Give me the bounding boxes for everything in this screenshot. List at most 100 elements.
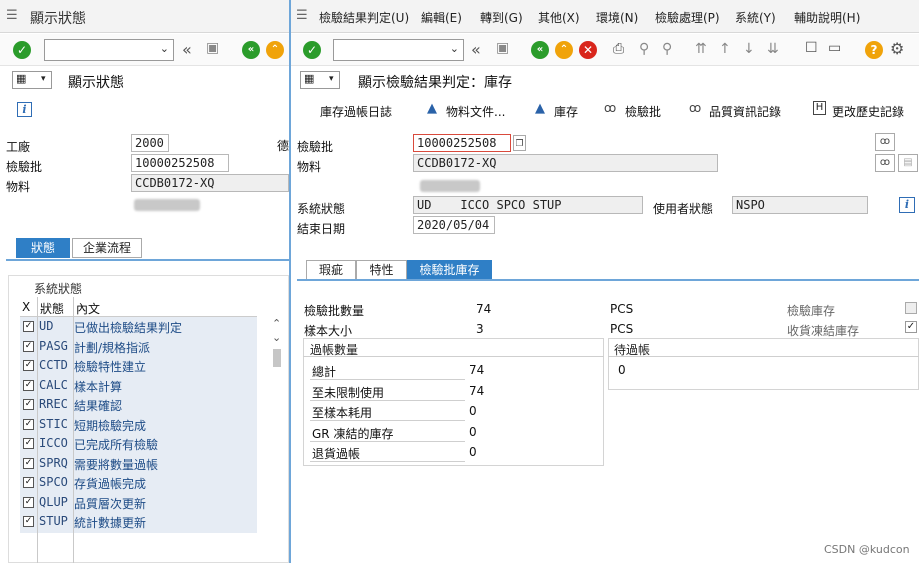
- glasses-icon[interactable]: ꝏ: [875, 154, 895, 172]
- inspection-lot-field[interactable]: 10000252508: [131, 154, 229, 172]
- document-icon[interactable]: ▤: [898, 154, 918, 172]
- status-row[interactable]: ✓ STUP 統計數據更新: [20, 512, 257, 532]
- info-icon[interactable]: i: [17, 102, 32, 117]
- status-scrollbar[interactable]: ⌃ ⌄: [268, 317, 286, 563]
- enter-icon[interactable]: ✓: [303, 41, 321, 59]
- scroll-up-icon[interactable]: ⌃: [272, 317, 281, 330]
- end-date-field[interactable]: 2020/05/04: [413, 216, 495, 234]
- chevron-down-icon[interactable]: ⌄: [450, 42, 459, 55]
- next-page-icon[interactable]: ↓: [743, 41, 755, 57]
- inspection-lot-button[interactable]: 檢驗批: [625, 103, 661, 120]
- back-icon[interactable]: «: [242, 41, 260, 59]
- status-checkbox[interactable]: ✓: [23, 477, 34, 488]
- status-row[interactable]: ✓ RREC 結果確認: [20, 395, 257, 415]
- screen-menu-dropdown[interactable]: ▦ ▾: [300, 71, 340, 89]
- status-checkbox[interactable]: ✓: [23, 340, 34, 352]
- shortcut-icon[interactable]: ▭: [828, 40, 841, 56]
- menu-environment[interactable]: 環境(N): [596, 9, 638, 26]
- screen-menu-dropdown[interactable]: ▦ ▾: [12, 71, 52, 89]
- exit-icon[interactable]: ⌃: [266, 41, 284, 59]
- settings-icon[interactable]: ⚙: [890, 39, 904, 58]
- save-icon[interactable]: ▣: [496, 40, 509, 56]
- tab-characteristics[interactable]: 特性: [356, 260, 407, 280]
- stock-button[interactable]: 庫存: [554, 103, 578, 120]
- scroll-down-icon[interactable]: ⌄: [272, 331, 281, 344]
- scroll-thumb[interactable]: [273, 349, 281, 367]
- info-icon[interactable]: i: [899, 197, 915, 213]
- tab-status[interactable]: 狀態: [16, 238, 70, 258]
- first-page-icon[interactable]: ⇈: [695, 41, 707, 57]
- insp-stock-checkbox[interactable]: [905, 302, 917, 314]
- status-row[interactable]: ✓ STIC 短期檢驗完成: [20, 415, 257, 435]
- status-checkbox[interactable]: ✓: [23, 516, 34, 527]
- material-field[interactable]: CCDB0172-XQ: [131, 174, 289, 192]
- double-left-icon[interactable]: «: [182, 40, 192, 59]
- save-icon[interactable]: ▣: [206, 40, 219, 56]
- user-status-field[interactable]: NSPO: [732, 196, 868, 214]
- material-doc-button[interactable]: 物料文件...: [446, 103, 505, 120]
- tab-lot-stock[interactable]: 檢驗批庫存: [407, 260, 492, 280]
- status-code: RREC: [39, 397, 68, 411]
- double-left-icon[interactable]: «: [471, 40, 481, 59]
- print-icon[interactable]: ⎙: [613, 41, 624, 57]
- menu-extras[interactable]: 其他(X): [538, 9, 580, 26]
- plant-desc: 德: [277, 139, 289, 153]
- menu-help[interactable]: 輔助說明(H): [794, 9, 860, 26]
- status-checkbox[interactable]: ✓: [23, 496, 34, 508]
- glasses-icon[interactable]: ꝏ: [875, 133, 895, 151]
- window-menu-icon[interactable]: ☰: [296, 8, 308, 23]
- status-checkbox[interactable]: ✓: [23, 399, 34, 410]
- quality-info-record-button[interactable]: 品質資訊記錄: [709, 103, 781, 120]
- status-row[interactable]: ✓ ICCO 已完成所有檢驗: [20, 434, 257, 454]
- menu-goto[interactable]: 轉到(G): [480, 9, 523, 26]
- status-checkbox[interactable]: ✓: [23, 438, 34, 449]
- tab-business-process[interactable]: 企業流程: [72, 238, 142, 258]
- status-text: 統計數據更新: [74, 516, 147, 530]
- status-checkbox[interactable]: ✓: [23, 321, 34, 332]
- status-row[interactable]: ✓ SPRQ 需要將數量過帳: [20, 454, 257, 474]
- stock-posting-log-button[interactable]: 庫存過帳日誌: [320, 103, 392, 120]
- status-row[interactable]: ✓ CCTD 檢驗特性建立: [20, 356, 257, 376]
- menu-inspection[interactable]: 檢驗處理(P): [655, 9, 720, 26]
- material-field[interactable]: CCDB0172-XQ: [413, 154, 718, 172]
- to-post-group: [608, 338, 919, 390]
- system-status-field[interactable]: UD ICCO SPCO STUP: [413, 196, 643, 214]
- change-history-button[interactable]: 更改歷史記錄: [832, 103, 904, 120]
- status-checkbox[interactable]: ✓: [23, 457, 34, 469]
- exit-icon[interactable]: ⌃: [555, 41, 573, 59]
- window-menu-icon[interactable]: ☰: [6, 8, 18, 23]
- menu-decision[interactable]: 檢驗結果判定(U): [319, 9, 409, 26]
- blocked-stock-checkbox[interactable]: ✓: [905, 321, 917, 333]
- status-row[interactable]: ✓ QLUP 品質層次更新: [20, 493, 257, 513]
- help-icon[interactable]: ?: [865, 41, 883, 59]
- new-session-icon[interactable]: ☐: [805, 40, 818, 56]
- command-field[interactable]: ⌄: [333, 39, 464, 61]
- cancel-icon[interactable]: ✕: [579, 41, 597, 59]
- back-icon[interactable]: «: [531, 41, 549, 59]
- status-checkbox[interactable]: ✓: [23, 418, 34, 430]
- find-next-icon[interactable]: ⚲: [662, 41, 672, 57]
- enter-icon[interactable]: ✓: [13, 41, 31, 59]
- sample-size-value: 3: [476, 322, 484, 336]
- status-checkbox[interactable]: ✓: [23, 360, 34, 371]
- menu-edit[interactable]: 編輯(E): [421, 9, 462, 26]
- qty-row-value: 0: [469, 445, 477, 459]
- material-doc-icon: ▲: [427, 101, 437, 116]
- status-row[interactable]: ✓ PASG 計劃/規格指派: [20, 337, 257, 357]
- status-row[interactable]: ✓ UD 已做出檢驗結果判定: [20, 317, 257, 337]
- status-row[interactable]: ✓ CALC 樣本計算: [20, 376, 257, 396]
- status-checkbox[interactable]: ✓: [23, 379, 34, 391]
- status-row[interactable]: ✓ SPCO 存貨過帳完成: [20, 473, 257, 493]
- chevron-down-icon[interactable]: ⌄: [160, 42, 169, 55]
- prev-page-icon[interactable]: ↑: [719, 41, 731, 57]
- screen-header: 顯示狀態: [68, 75, 124, 91]
- menu-system[interactable]: 系統(Y): [735, 9, 776, 26]
- copy-icon[interactable]: ❐: [513, 135, 526, 151]
- inspection-lot-field[interactable]: 10000252508: [413, 134, 511, 152]
- command-field[interactable]: ⌄: [44, 39, 174, 61]
- last-page-icon[interactable]: ⇊: [767, 41, 779, 57]
- tab-defects[interactable]: 瑕疵: [306, 260, 356, 280]
- plant-field[interactable]: 2000: [131, 134, 169, 152]
- find-icon[interactable]: ⚲: [639, 41, 649, 57]
- row-underline: [310, 379, 465, 380]
